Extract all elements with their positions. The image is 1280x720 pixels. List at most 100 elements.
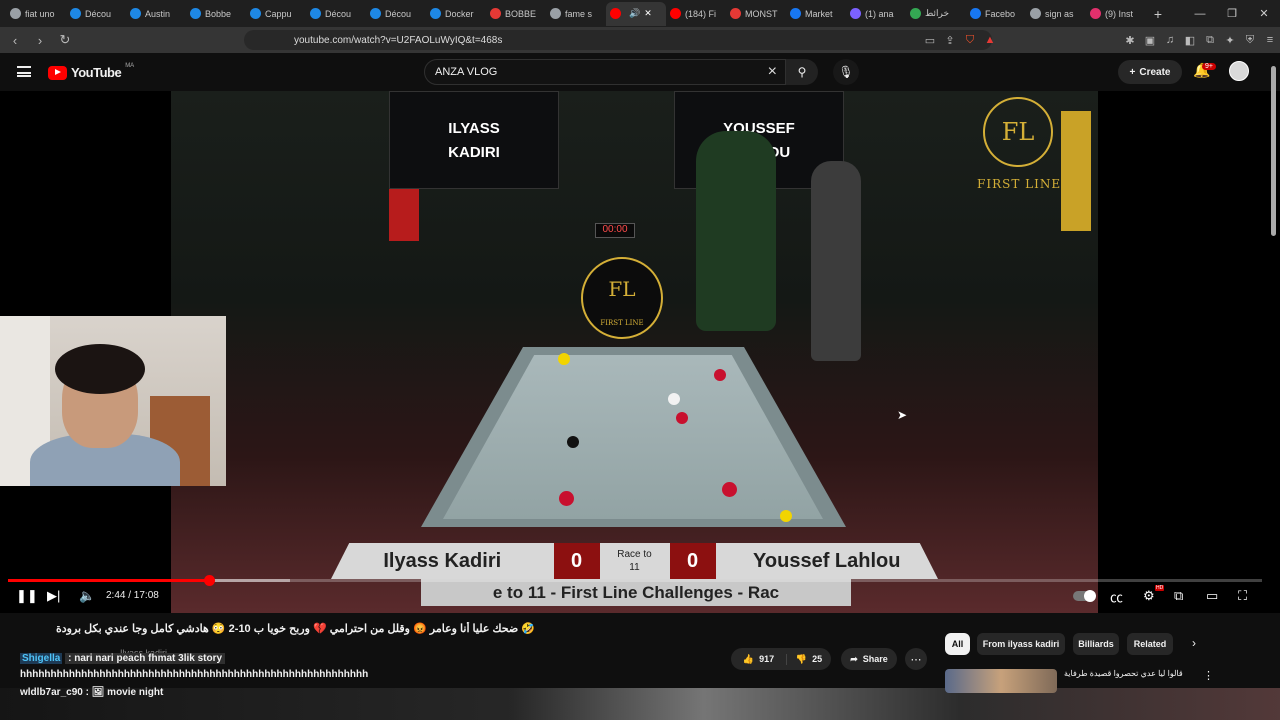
new-tab-icon[interactable]: + <box>1146 2 1170 26</box>
tab-audio-icon[interactable]: 🔊 <box>629 8 640 19</box>
tab-title: Décou <box>85 8 112 19</box>
rec-more-icon[interactable]: ⋮ <box>1203 669 1214 682</box>
tab-close-icon[interactable]: ✕ <box>644 8 652 19</box>
tab-search-icon[interactable]: ⧉ <box>1200 30 1220 50</box>
player-standing <box>811 161 861 361</box>
corner-brand-name: FIRST LINE <box>977 177 1062 191</box>
chip-related[interactable]: Related <box>1127 633 1173 655</box>
recommended-title[interactable]: قالوا ليا عدي تحصروا قصيدة طرفاية <box>1064 669 1194 678</box>
chat-text: hhhhhhhhhhhhhhhhhhhhhhhhhhhhhhhhhhhhhhhh… <box>20 669 369 680</box>
browser-tab[interactable]: Facebo <box>966 2 1026 26</box>
browser-tab[interactable]: Market <box>786 2 846 26</box>
scrubber-handle[interactable] <box>203 575 215 586</box>
screen-cast-icon[interactable]: ▭ <box>920 30 940 50</box>
reload-icon[interactable]: ↻ <box>55 30 75 50</box>
extensions-icon[interactable]: ✱ <box>1120 30 1140 50</box>
miniplayer-icon[interactable]: ⧉ <box>1174 588 1183 604</box>
browser-tab[interactable]: (9) Inst <box>1086 2 1146 26</box>
tab-title: (1) ana <box>865 8 894 19</box>
chip-billiards[interactable]: Billiards <box>1073 633 1119 655</box>
browser-tab[interactable]: Cappu <box>246 2 306 26</box>
volume-icon[interactable]: 🔈 <box>79 588 95 604</box>
chip-from-channel[interactable]: From ilyass kadiri <box>977 633 1065 655</box>
chat-message: wldlb7ar_c90 : 🖼 movie night <box>20 687 163 698</box>
browser-tab[interactable]: Décou <box>66 2 126 26</box>
tab-favicon-icon <box>670 8 681 19</box>
page-scrollbar[interactable] <box>1271 66 1276 236</box>
ball-red <box>676 412 688 424</box>
tab-favicon-icon <box>610 8 621 19</box>
youtube-logo[interactable]: YouTube MA <box>48 63 134 80</box>
browser-tab[interactable]: fame s <box>546 2 606 26</box>
like-dislike-group: 👍 917 👎 25 <box>731 648 831 670</box>
tab-title: fiat uno <box>25 8 55 19</box>
leo-icon[interactable]: ✦ <box>1220 30 1240 50</box>
like-button[interactable]: 👍 917 <box>731 653 787 665</box>
vpn-icon[interactable]: ⛨ <box>1240 30 1260 50</box>
share-page-icon[interactable]: ⇪ <box>940 30 960 50</box>
minimize-icon[interactable]: — <box>1184 0 1216 27</box>
brave-shield-icon[interactable]: ⛉ <box>960 30 980 50</box>
browser-tab[interactable]: (184) Fi <box>666 2 726 26</box>
browser-tab-strip: fiat uno Décou Austin Bobbe Cappu Décou Décou D… <box>0 0 1280 27</box>
browser-tab[interactable]: MONST <box>726 2 786 26</box>
dislike-button[interactable]: 👎 25 <box>787 654 831 665</box>
browser-tab[interactable]: Austin <box>126 2 186 26</box>
browser-tab[interactable]: Docker <box>426 2 486 26</box>
tab-favicon-icon <box>850 8 861 19</box>
tab-favicon-icon <box>190 8 201 19</box>
fullscreen-icon[interactable]: ⛶ <box>1238 588 1247 604</box>
account-avatar[interactable] <box>1229 61 1249 81</box>
corner-logo-initials: FL <box>1001 118 1035 146</box>
hamburger-menu-icon[interactable] <box>17 66 31 77</box>
share-button[interactable]: ➦ Share <box>841 648 897 670</box>
tab-title: Décou <box>325 8 352 19</box>
browser-tab[interactable]: sign as <box>1026 2 1086 26</box>
tab-favicon-icon <box>790 8 801 19</box>
chat-message: hhhhhhhhhhhhhhhhhhhhhhhhhhhhhhhhhhhhhhhh… <box>20 669 368 680</box>
create-button[interactable]: + Create <box>1118 60 1182 84</box>
chip-all[interactable]: All <box>945 633 970 655</box>
progress-bar[interactable] <box>8 575 1262 586</box>
url-bar[interactable]: youtube.com/watch?v=U2FAOLuWyIQ&t=468s <box>244 30 992 50</box>
browser-tab[interactable]: خرائط <box>906 2 966 26</box>
more-actions-icon[interactable]: ⋯ <box>905 648 927 670</box>
voice-search-button[interactable]: 🎙 <box>833 59 859 85</box>
media-icon[interactable]: ♫ <box>1160 30 1180 50</box>
center-logo-name: FIRST LINE <box>600 319 644 327</box>
search-input[interactable]: ANZA VLOG × <box>424 59 786 85</box>
sidebar-icon[interactable]: ◧ <box>1180 30 1200 50</box>
chat-text: : 🖼 movie night <box>85 687 164 698</box>
clear-search-icon[interactable]: × <box>768 63 777 81</box>
tab-favicon-icon <box>310 8 321 19</box>
wallet-icon[interactable]: ▣ <box>1140 30 1160 50</box>
browser-tab[interactable]: (1) ana <box>846 2 906 26</box>
youtube-play-icon <box>48 65 67 80</box>
browser-tab[interactable]: Bobbe <box>186 2 246 26</box>
browser-tab[interactable]: Décou <box>366 2 426 26</box>
browser-tab[interactable]: 🔊 ✕ <box>606 1 666 26</box>
chevron-right-icon[interactable]: › <box>1192 636 1196 650</box>
pause-icon[interactable]: ❚❚ <box>16 588 38 604</box>
window-controls: — ❐ ✕ <box>1184 0 1280 27</box>
next-video-icon[interactable]: ▶| <box>47 588 60 604</box>
search-button[interactable]: ⚲ <box>786 59 818 85</box>
settings-gear-icon[interactable]: ⚙ <box>1143 588 1155 604</box>
brave-rewards-icon[interactable]: ▲ <box>980 30 1000 50</box>
player2-name: Youssef Lahlou <box>753 549 901 572</box>
close-window-icon[interactable]: ✕ <box>1248 0 1280 27</box>
browser-tab[interactable]: BOBBE <box>486 2 546 26</box>
browser-tab[interactable]: Décou <box>306 2 366 26</box>
restore-icon[interactable]: ❐ <box>1216 0 1248 27</box>
cue-ball <box>668 393 680 405</box>
forward-icon[interactable]: › <box>30 30 50 50</box>
browser-menu-icon[interactable]: ≡ <box>1260 30 1280 50</box>
browser-tab[interactable]: fiat uno <box>6 2 66 26</box>
captions-icon[interactable]: ㏄ <box>1110 588 1123 605</box>
autoplay-toggle[interactable] <box>1073 590 1096 602</box>
recommended-thumbnail[interactable] <box>945 669 1057 693</box>
back-icon[interactable]: ‹ <box>5 30 25 50</box>
theater-mode-icon[interactable]: ▭ <box>1206 588 1218 604</box>
event-ticker: e to 11 - First Line Challenges - Rac <box>421 579 851 606</box>
video-player[interactable]: ILYASS KADIRI YOUSSEF LAHLOU FL FIRST LI… <box>0 91 1280 613</box>
